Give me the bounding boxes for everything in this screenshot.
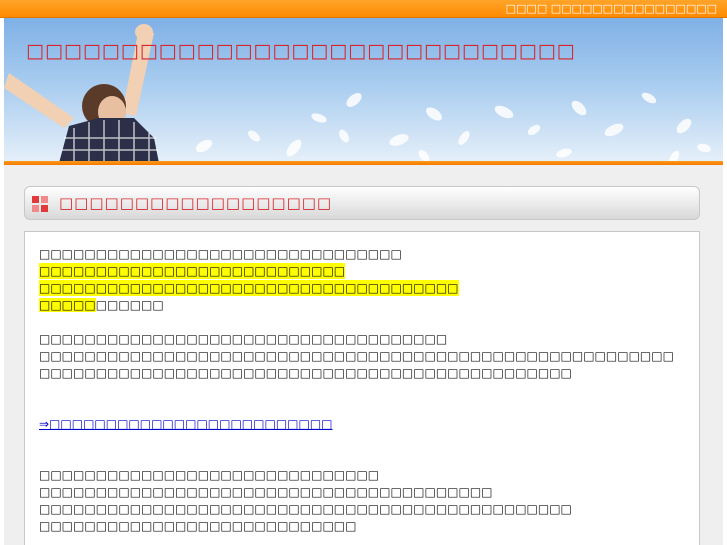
- article-line: □□□□□□□□□□□□□□□□□□□□□□□□□□□□□□□□□□□□□□□□…: [39, 502, 572, 516]
- article-line: □□□□□□□□□□□: [39, 297, 164, 313]
- highlighted-line: □□□□□□□□□□□□□□□□□□□□□□□□□□□□□□□□□□□□□: [39, 280, 459, 296]
- article-line: □□□□□□□□□□□□□□□□□□□□□□□□□□□□□□□□□□□□□□□□: [39, 485, 493, 499]
- article-line: □□□□□□□□□□□□□□□□□□□□□□□□□□□□□□: [39, 468, 380, 482]
- top-bar: □□□□ □□□□□□□□□□□□□□□□: [0, 0, 727, 18]
- article-line: □□□□□□□□□□□□□□□□□□□□□□□□□□□□□□□□□□□□□□□□…: [39, 349, 674, 363]
- highlighted-line: □□□□□□□□□□□□□□□□□□□□□□□□□□□: [39, 263, 346, 279]
- header-banner: □□□□□□□□□□□□□□□□□□□□□□□□□□□□□: [4, 18, 723, 163]
- article-text: □□□□□□: [95, 298, 164, 312]
- section-title: □□□□□□□□□□□□□□□□□□: [59, 194, 333, 212]
- red-squares-icon: [32, 196, 48, 212]
- article-body: □□□□□□□□□□□□□□□□□□□□□□□□□□□□□□□□ □□□□□□□…: [24, 231, 700, 545]
- article-line: □□□□□□□□□□□□□□□□□□□□□□□□□□□□□□□□: [39, 247, 402, 261]
- article-line: □□□□□□□□□□□□□□□□□□□□□□□□□□□□: [39, 519, 357, 533]
- article-line: □□□□□□□□□□□□□□□□□□□□□□□□□□□□□□□□□□□□: [39, 332, 448, 346]
- article-link[interactable]: ⇒□□□□□□□□□□□□□□□□□□□□□□□□□: [39, 416, 333, 432]
- highlighted-text: □□□□□: [39, 298, 96, 312]
- top-bar-text: □□□□ □□□□□□□□□□□□□□□□: [505, 2, 717, 15]
- section-header: □□□□□□□□□□□□□□□□□□: [24, 186, 700, 220]
- site-title[interactable]: □□□□□□□□□□□□□□□□□□□□□□□□□□□□□: [26, 40, 576, 62]
- article-line: □□□□□□□□□□□□□□□□□□□□□□□□□□□□□□□□□□□□□□□□…: [39, 366, 572, 380]
